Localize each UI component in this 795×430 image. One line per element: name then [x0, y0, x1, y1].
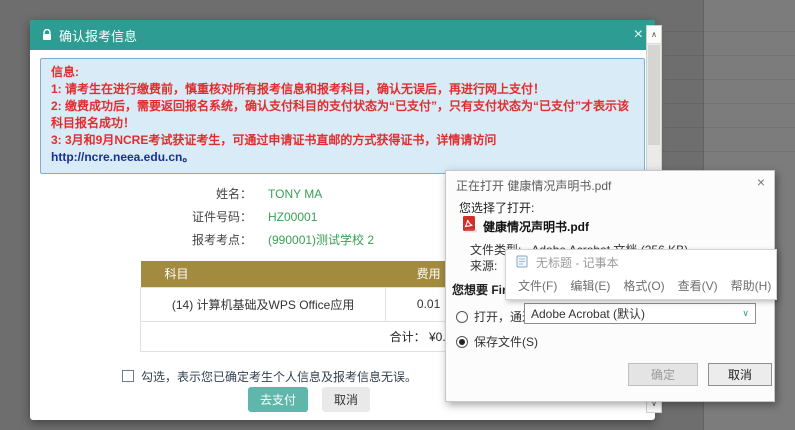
table-total-row: 合计： ¥0.01	[141, 321, 472, 351]
column-header-subject: 科目	[141, 261, 386, 287]
save-file-label: 保存文件(S)	[474, 333, 538, 350]
chosen-open-label: 您选择了打开:	[459, 199, 534, 216]
download-ok-button[interactable]: 确定	[628, 363, 698, 386]
menu-view[interactable]: 查看(V)	[678, 277, 718, 294]
total-cell: 合计： ¥0.01	[141, 321, 472, 351]
menu-help[interactable]: 帮助(H)	[731, 277, 772, 294]
field-name-label: 姓名：	[40, 185, 252, 202]
download-close-icon[interactable]: ×	[757, 174, 765, 190]
file-row: 健康情况声明书.pdf	[462, 216, 589, 236]
menu-format[interactable]: 格式(O)	[623, 277, 664, 294]
download-dialog-title: 正在打开 健康情况声明书.pdf	[456, 177, 611, 194]
notice-line-3: 3: 3月和9月NCRE考试获证考生，可通过申请证书直邮的方式获得证书，详情请访…	[51, 132, 634, 166]
pay-button[interactable]: 去支付	[248, 387, 308, 412]
notice-line-1: 1: 请考生在进行缴费前，慎重核对所有报考信息和报考科目，确认无误后，再进行网上…	[51, 81, 634, 98]
lock-icon	[42, 29, 52, 41]
ncre-link[interactable]: http://ncre.neea.edu.cn。	[51, 150, 194, 164]
save-file-row: 保存文件(S)	[456, 333, 538, 350]
chevron-down-icon: ∨	[742, 308, 749, 319]
field-id-label: 证件号码：	[40, 208, 252, 225]
notepad-titlebar: 无标题 - 记事本	[506, 250, 776, 271]
subject-cell: (14) 计算机基础及WPS Office应用	[141, 287, 386, 321]
background-table-lines	[663, 8, 795, 158]
field-site-value: (990001)测试学校 2	[268, 231, 374, 248]
menu-edit[interactable]: 编辑(E)	[570, 277, 610, 294]
notice-header: 信息:	[51, 64, 634, 81]
confirm-checkbox-label: 勾选，表示您已确定考生个人信息及报考信息无误。	[141, 368, 417, 385]
close-icon[interactable]: ×	[634, 27, 643, 43]
notepad-icon	[516, 255, 529, 271]
confirm-checkbox[interactable]	[122, 370, 134, 382]
open-with-select[interactable]: Adobe Acrobat (默认) ∨	[524, 303, 756, 324]
file-source-row: 来源:	[470, 257, 497, 274]
notice-box: 信息: 1: 请考生在进行缴费前，慎重核对所有报考信息和报考科目，确认无误后，再…	[40, 58, 645, 174]
scroll-up-icon[interactable]: ∧	[647, 26, 661, 44]
field-name-value: TONY MA	[268, 187, 322, 201]
save-file-radio[interactable]	[456, 336, 468, 348]
file-name: 健康情况声明书.pdf	[483, 218, 589, 235]
field-site-label: 报考考点：	[40, 231, 252, 248]
notepad-title: 无标题 - 记事本	[536, 254, 619, 271]
table-header-row: 科目 费用	[141, 261, 472, 287]
open-with-radio[interactable]	[456, 311, 468, 323]
subject-fee-table: 科目 费用 (14) 计算机基础及WPS Office应用 0.01 合计： ¥…	[140, 261, 472, 352]
table-row: (14) 计算机基础及WPS Office应用 0.01	[141, 287, 472, 321]
file-source-label: 来源:	[470, 259, 497, 273]
notepad-window[interactable]: 无标题 - 记事本 文件(F) 编辑(E) 格式(O) 查看(V) 帮助(H)	[505, 249, 777, 300]
notepad-menubar: 文件(F) 编辑(E) 格式(O) 查看(V) 帮助(H)	[506, 271, 776, 294]
pdf-file-icon	[462, 216, 477, 236]
scrollbar-thumb[interactable]	[648, 45, 660, 145]
download-cancel-button[interactable]: 取消	[708, 363, 772, 386]
open-with-selected-value: Adobe Acrobat (默认)	[531, 305, 645, 322]
modal-actions: 去支付 取消	[248, 387, 370, 412]
modal-cancel-button[interactable]: 取消	[322, 387, 370, 412]
menu-file[interactable]: 文件(F)	[518, 277, 557, 294]
confirm-dialog-titlebar: 确认报考信息 ×	[30, 20, 655, 50]
notice-line-2: 2: 缴费成功后，需要返回报名系统，确认支付科目的支付状态为“已支付”，只有支付…	[51, 98, 634, 132]
confirm-dialog-title: 确认报考信息	[59, 26, 137, 45]
field-id-value: HZ00001	[268, 210, 317, 224]
screen: 确认报考信息 × 信息: 1: 请考生在进行缴费前，慎重核对所有报考信息和报考科…	[0, 0, 795, 430]
